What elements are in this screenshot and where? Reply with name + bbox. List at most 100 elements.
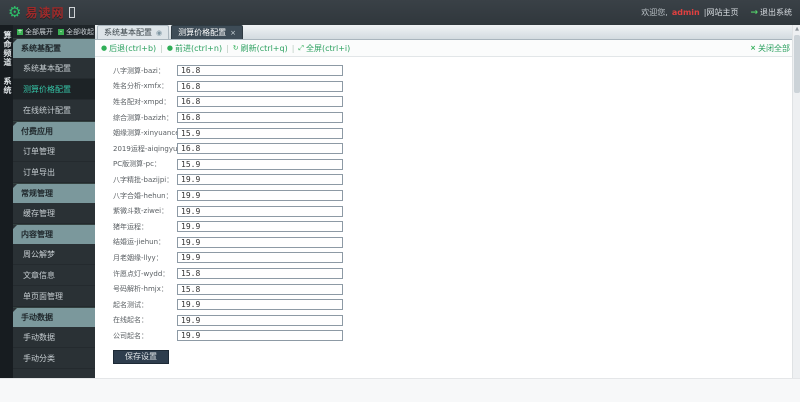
price-input[interactable] [177, 127, 343, 139]
forward-button[interactable]: ● 前进(ctrl+n) [167, 43, 222, 54]
field-label: 姓名分析-xmfx： [113, 82, 169, 91]
field-label: 起名测试： [113, 300, 148, 309]
scrollbar-thumb[interactable] [794, 35, 800, 93]
price-input[interactable] [177, 236, 343, 248]
form-row: 2019运程-aiqingyunc： [113, 141, 800, 157]
price-input[interactable] [177, 96, 343, 108]
sidebar-item[interactable]: 订单导出 [13, 162, 95, 183]
channel-strip: 算命频道 系统 [0, 25, 13, 378]
field-label: 在线起名： [113, 316, 148, 325]
close-all-button[interactable]: × 关闭全部 [750, 43, 790, 54]
price-input[interactable] [177, 143, 343, 155]
sidebar-item[interactable]: 手动数据 [13, 327, 95, 348]
form-row: 许愿点灯-wydd： [113, 266, 800, 282]
refresh-label: 刷新(ctrl+q) [240, 43, 288, 53]
sidebar: + 全部展开 - 全部收起 系统基配置 系统基本配置 测算价格配置 在线统计配置… [13, 25, 95, 378]
sidebar-item[interactable]: 付费应用 [13, 121, 95, 141]
toolbar-separator: | [160, 43, 163, 53]
form-row: 综合测算-bazizh： [113, 110, 800, 126]
form-row: 八字精批-bazijpi： [113, 172, 800, 188]
form-row: 月老姻缘-llyy： [113, 250, 800, 266]
sidebar-item-label: 测算价格配置 [23, 85, 71, 94]
price-input[interactable] [177, 158, 343, 170]
price-input[interactable] [177, 221, 343, 233]
field-label: 姓名配对-xmpd： [113, 97, 171, 106]
logout-button[interactable]: → 退出系统 [750, 7, 792, 18]
price-input[interactable] [177, 190, 343, 202]
refresh-button[interactable]: ↻ 刷新(ctrl+q) [233, 43, 288, 54]
back-label: 后退(ctrl+b) [109, 43, 157, 53]
price-input[interactable] [177, 65, 343, 77]
sidebar-item[interactable]: 文章信息 [13, 265, 95, 286]
sidebar-topbar: + 全部展开 - 全部收起 [13, 25, 95, 38]
price-input[interactable] [177, 174, 343, 186]
admin-app: ⚙ 易读网 欢迎您, admin |网站主页 → 退出系统 算命频道 系统 + … [0, 0, 800, 402]
price-input[interactable] [177, 299, 343, 311]
price-input[interactable] [177, 252, 343, 264]
collapse-all-button[interactable]: - 全部收起 [58, 27, 94, 37]
toolbar-separator: | [291, 43, 295, 53]
sidebar-item[interactable]: 测算价格配置 [13, 79, 95, 100]
vertical-scrollbar[interactable]: ▲ [792, 25, 800, 378]
form-row: 姻缘测算-xinyuance： [113, 125, 800, 141]
sidebar-item-label: 手动数据 [21, 313, 53, 322]
back-button[interactable]: ● 后退(ctrl+b) [101, 43, 156, 54]
form-row: 八字合婚-hehun： [113, 188, 800, 204]
header-user-area: 欢迎您, admin |网站主页 → 退出系统 [641, 7, 792, 18]
field-label: 许愿点灯-wydd： [113, 269, 170, 278]
field-label: 综合测算-bazizh： [113, 113, 173, 122]
top-header: ⚙ 易读网 欢迎您, admin |网站主页 → 退出系统 [0, 0, 800, 25]
sidebar-item-label: 单页面管理 [23, 292, 63, 301]
price-input[interactable] [177, 314, 343, 326]
sidebar-item-label: 订单导出 [23, 168, 55, 177]
tab-label: 系统基本配置 [104, 28, 152, 37]
main-area: 系统基本配置 ◉ 测算价格配置 × ● 后退(ctrl+b) | ● 前进(ct… [95, 25, 800, 378]
tab-close-icon[interactable]: × [230, 29, 236, 37]
back-icon: ● [101, 44, 108, 52]
logo: ⚙ 易读网 [8, 3, 76, 21]
sidebar-menu: 系统基配置 系统基本配置 测算价格配置 在线统计配置 付费应用 订单管理 订单导… [13, 38, 95, 369]
gear-logo-icon: ⚙ [8, 3, 22, 21]
sidebar-item-label: 周公解梦 [23, 250, 55, 259]
form-row: 结婚运-jiehun： [113, 235, 800, 251]
price-input[interactable] [177, 205, 343, 217]
logout-label: 退出系统 [760, 8, 792, 17]
field-label: 猪年运程： [113, 222, 148, 231]
sidebar-item[interactable]: 常规管理 [13, 183, 95, 203]
sidebar-item[interactable]: 单页面管理 [13, 286, 95, 307]
site-home-link[interactable]: |网站主页 [704, 7, 739, 18]
price-input[interactable] [177, 268, 343, 280]
close-all-icon: × [750, 44, 756, 52]
forward-icon: ● [166, 44, 173, 52]
tab[interactable]: 测算价格配置 × [171, 25, 243, 39]
sidebar-item[interactable]: 手动分类 [13, 348, 95, 369]
sidebar-item[interactable]: 手动数据 [13, 307, 95, 327]
toolbar-separator: | [226, 43, 229, 53]
form-row: 在线起名： [113, 313, 800, 329]
price-input[interactable] [177, 80, 343, 92]
expand-all-button[interactable]: + 全部展开 [17, 27, 53, 37]
sidebar-item[interactable]: 缓存管理 [13, 203, 95, 224]
save-settings-button[interactable]: 保存设置 [113, 349, 169, 364]
price-input[interactable] [177, 112, 343, 124]
form-row: 号码解析-hmjx： [113, 281, 800, 297]
fullscreen-button[interactable]: ⤢ 全屏(ctrl+i) [298, 43, 350, 54]
field-label: 号码解析-hmjx： [113, 285, 168, 294]
tab-close-icon[interactable]: ◉ [156, 29, 162, 37]
sidebar-item-label: 在线统计配置 [23, 106, 71, 115]
sidebar-item-label: 系统基本配置 [23, 64, 71, 73]
sidebar-item[interactable]: 在线统计配置 [13, 100, 95, 121]
sidebar-item-label: 系统基配置 [21, 44, 61, 53]
price-input[interactable] [177, 330, 343, 342]
sidebar-item-label: 付费应用 [21, 127, 53, 136]
scroll-up-icon[interactable]: ▲ [793, 25, 800, 33]
tab[interactable]: 系统基本配置 ◉ [97, 25, 170, 39]
field-label: 八字精批-bazijpi： [113, 175, 174, 184]
sidebar-item[interactable]: 周公解梦 [13, 244, 95, 265]
sidebar-item[interactable]: 系统基配置 [13, 38, 95, 58]
sidebar-item[interactable]: 系统基本配置 [13, 58, 95, 79]
price-input[interactable] [177, 283, 343, 295]
sidebar-item[interactable]: 内容管理 [13, 224, 95, 244]
sidebar-item[interactable]: 订单管理 [13, 141, 95, 162]
form-row: 紫微斗数-ziwei： [113, 203, 800, 219]
